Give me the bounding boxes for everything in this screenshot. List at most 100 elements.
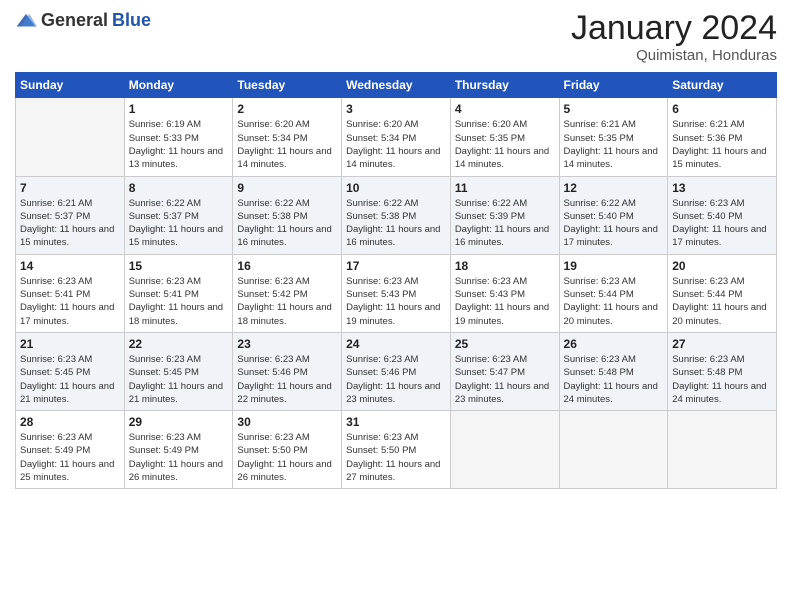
table-row: 7 Sunrise: 6:21 AMSunset: 5:37 PMDaylight… — [16, 176, 125, 254]
day-number: 27 — [672, 337, 772, 351]
table-row: 2 Sunrise: 6:20 AMSunset: 5:34 PMDaylight… — [233, 98, 342, 176]
calendar-week-row: 28Sunrise: 6:23 AMSunset: 5:49 PMDayligh… — [16, 411, 777, 489]
day-info: Sunrise: 6:20 AMSunset: 5:35 PMDaylight:… — [455, 118, 555, 171]
day-info: Sunrise: 6:21 AMSunset: 5:37 PMDaylight:… — [20, 197, 120, 250]
table-row: 9 Sunrise: 6:22 AMSunset: 5:38 PMDaylight… — [233, 176, 342, 254]
day-number: 19 — [564, 259, 664, 273]
day-number: 13 — [672, 181, 772, 195]
day-info: Sunrise: 6:22 AMSunset: 5:38 PMDaylight:… — [346, 197, 446, 250]
day-info: Sunrise: 6:23 AMSunset: 5:40 PMDaylight:… — [672, 197, 772, 250]
table-row: 30 Sunrise: 6:23 AMSunset: 5:50 PMDayligh… — [233, 411, 342, 489]
day-info: Sunrise: 6:22 AMSunset: 5:37 PMDaylight:… — [129, 197, 229, 250]
table-row: 27 Sunrise: 6:23 AMSunset: 5:48 PMDayligh… — [668, 332, 777, 410]
header-monday: Monday — [124, 73, 233, 98]
logo-text-blue: Blue — [112, 10, 151, 31]
day-info: Sunrise: 6:23 AMSunset: 5:45 PMDaylight:… — [129, 353, 229, 406]
table-row: 29Sunrise: 6:23 AMSunset: 5:49 PMDayligh… — [124, 411, 233, 489]
day-info: Sunrise: 6:23 AMSunset: 5:47 PMDaylight:… — [455, 353, 555, 406]
table-row: 21Sunrise: 6:23 AMSunset: 5:45 PMDayligh… — [16, 332, 125, 410]
logo: GeneralBlue — [15, 10, 151, 31]
day-info: Sunrise: 6:23 AMSunset: 5:43 PMDaylight:… — [455, 275, 555, 328]
day-info: Sunrise: 6:23 AMSunset: 5:44 PMDaylight:… — [564, 275, 664, 328]
table-row: 6 Sunrise: 6:21 AMSunset: 5:36 PMDaylight… — [668, 98, 777, 176]
day-info: Sunrise: 6:23 AMSunset: 5:49 PMDaylight:… — [20, 431, 120, 484]
day-number: 30 — [237, 415, 337, 429]
day-info: Sunrise: 6:23 AMSunset: 5:41 PMDaylight:… — [20, 275, 120, 328]
calendar-table: Sunday Monday Tuesday Wednesday Thursday… — [15, 72, 777, 489]
title-block: January 2024 Quimistan, Honduras — [571, 10, 777, 64]
logo-icon — [15, 12, 37, 30]
day-number: 2 — [237, 102, 337, 116]
day-number: 9 — [237, 181, 337, 195]
table-row: 3 Sunrise: 6:20 AMSunset: 5:34 PMDaylight… — [342, 98, 451, 176]
day-number: 20 — [672, 259, 772, 273]
table-row: 15 Sunrise: 6:23 AMSunset: 5:41 PMDayligh… — [124, 254, 233, 332]
table-row: 17Sunrise: 6:23 AMSunset: 5:43 PMDayligh… — [342, 254, 451, 332]
calendar-week-row: 1 Sunrise: 6:19 AMSunset: 5:33 PMDaylight… — [16, 98, 777, 176]
table-row: 12 Sunrise: 6:22 AMSunset: 5:40 PMDayligh… — [559, 176, 668, 254]
day-info: Sunrise: 6:23 AMSunset: 5:44 PMDaylight:… — [672, 275, 772, 328]
table-row: 5Sunrise: 6:21 AMSunset: 5:35 PMDaylight… — [559, 98, 668, 176]
day-number: 15 — [129, 259, 229, 273]
month-title: January 2024 — [571, 10, 777, 47]
day-info: Sunrise: 6:21 AMSunset: 5:36 PMDaylight:… — [672, 118, 772, 171]
day-info: Sunrise: 6:23 AMSunset: 5:46 PMDaylight:… — [346, 353, 446, 406]
day-info: Sunrise: 6:22 AMSunset: 5:40 PMDaylight:… — [564, 197, 664, 250]
day-number: 10 — [346, 181, 446, 195]
header-wednesday: Wednesday — [342, 73, 451, 98]
table-row: 1 Sunrise: 6:19 AMSunset: 5:33 PMDaylight… — [124, 98, 233, 176]
calendar-week-row: 7 Sunrise: 6:21 AMSunset: 5:37 PMDaylight… — [16, 176, 777, 254]
day-number: 17 — [346, 259, 446, 273]
day-info: Sunrise: 6:23 AMSunset: 5:50 PMDaylight:… — [237, 431, 337, 484]
day-number: 23 — [237, 337, 337, 351]
day-number: 7 — [20, 181, 120, 195]
day-info: Sunrise: 6:23 AMSunset: 5:49 PMDaylight:… — [129, 431, 229, 484]
table-row — [559, 411, 668, 489]
day-number: 14 — [20, 259, 120, 273]
day-info: Sunrise: 6:23 AMSunset: 5:45 PMDaylight:… — [20, 353, 120, 406]
table-row: 23 Sunrise: 6:23 AMSunset: 5:46 PMDayligh… — [233, 332, 342, 410]
day-number: 31 — [346, 415, 446, 429]
page: GeneralBlue January 2024 Quimistan, Hond… — [0, 0, 792, 612]
table-row: 13 Sunrise: 6:23 AMSunset: 5:40 PMDayligh… — [668, 176, 777, 254]
table-row: 18Sunrise: 6:23 AMSunset: 5:43 PMDayligh… — [450, 254, 559, 332]
table-row: 24Sunrise: 6:23 AMSunset: 5:46 PMDayligh… — [342, 332, 451, 410]
table-row: 31 Sunrise: 6:23 AMSunset: 5:50 PMDayligh… — [342, 411, 451, 489]
day-number: 8 — [129, 181, 229, 195]
day-info: Sunrise: 6:23 AMSunset: 5:46 PMDaylight:… — [237, 353, 337, 406]
calendar-week-row: 14 Sunrise: 6:23 AMSunset: 5:41 PMDayligh… — [16, 254, 777, 332]
day-number: 12 — [564, 181, 664, 195]
table-row: 28Sunrise: 6:23 AMSunset: 5:49 PMDayligh… — [16, 411, 125, 489]
day-number: 6 — [672, 102, 772, 116]
day-number: 3 — [346, 102, 446, 116]
day-info: Sunrise: 6:22 AMSunset: 5:39 PMDaylight:… — [455, 197, 555, 250]
day-number: 16 — [237, 259, 337, 273]
header-sunday: Sunday — [16, 73, 125, 98]
table-row — [450, 411, 559, 489]
header-saturday: Saturday — [668, 73, 777, 98]
header-thursday: Thursday — [450, 73, 559, 98]
table-row: 14 Sunrise: 6:23 AMSunset: 5:41 PMDayligh… — [16, 254, 125, 332]
day-number: 1 — [129, 102, 229, 116]
day-info: Sunrise: 6:21 AMSunset: 5:35 PMDaylight:… — [564, 118, 664, 171]
day-number: 4 — [455, 102, 555, 116]
table-row: 16Sunrise: 6:23 AMSunset: 5:42 PMDayligh… — [233, 254, 342, 332]
table-row: 11 Sunrise: 6:22 AMSunset: 5:39 PMDayligh… — [450, 176, 559, 254]
day-info: Sunrise: 6:23 AMSunset: 5:50 PMDaylight:… — [346, 431, 446, 484]
day-info: Sunrise: 6:20 AMSunset: 5:34 PMDaylight:… — [346, 118, 446, 171]
day-info: Sunrise: 6:22 AMSunset: 5:38 PMDaylight:… — [237, 197, 337, 250]
day-info: Sunrise: 6:23 AMSunset: 5:41 PMDaylight:… — [129, 275, 229, 328]
location-title: Quimistan, Honduras — [571, 47, 777, 64]
header-friday: Friday — [559, 73, 668, 98]
table-row: 4 Sunrise: 6:20 AMSunset: 5:35 PMDaylight… — [450, 98, 559, 176]
day-number: 25 — [455, 337, 555, 351]
day-info: Sunrise: 6:23 AMSunset: 5:48 PMDaylight:… — [672, 353, 772, 406]
table-row: 26Sunrise: 6:23 AMSunset: 5:48 PMDayligh… — [559, 332, 668, 410]
day-number: 11 — [455, 181, 555, 195]
day-number: 22 — [129, 337, 229, 351]
table-row — [668, 411, 777, 489]
day-info: Sunrise: 6:20 AMSunset: 5:34 PMDaylight:… — [237, 118, 337, 171]
table-row: 19 Sunrise: 6:23 AMSunset: 5:44 PMDayligh… — [559, 254, 668, 332]
day-info: Sunrise: 6:19 AMSunset: 5:33 PMDaylight:… — [129, 118, 229, 171]
table-row: 8 Sunrise: 6:22 AMSunset: 5:37 PMDaylight… — [124, 176, 233, 254]
